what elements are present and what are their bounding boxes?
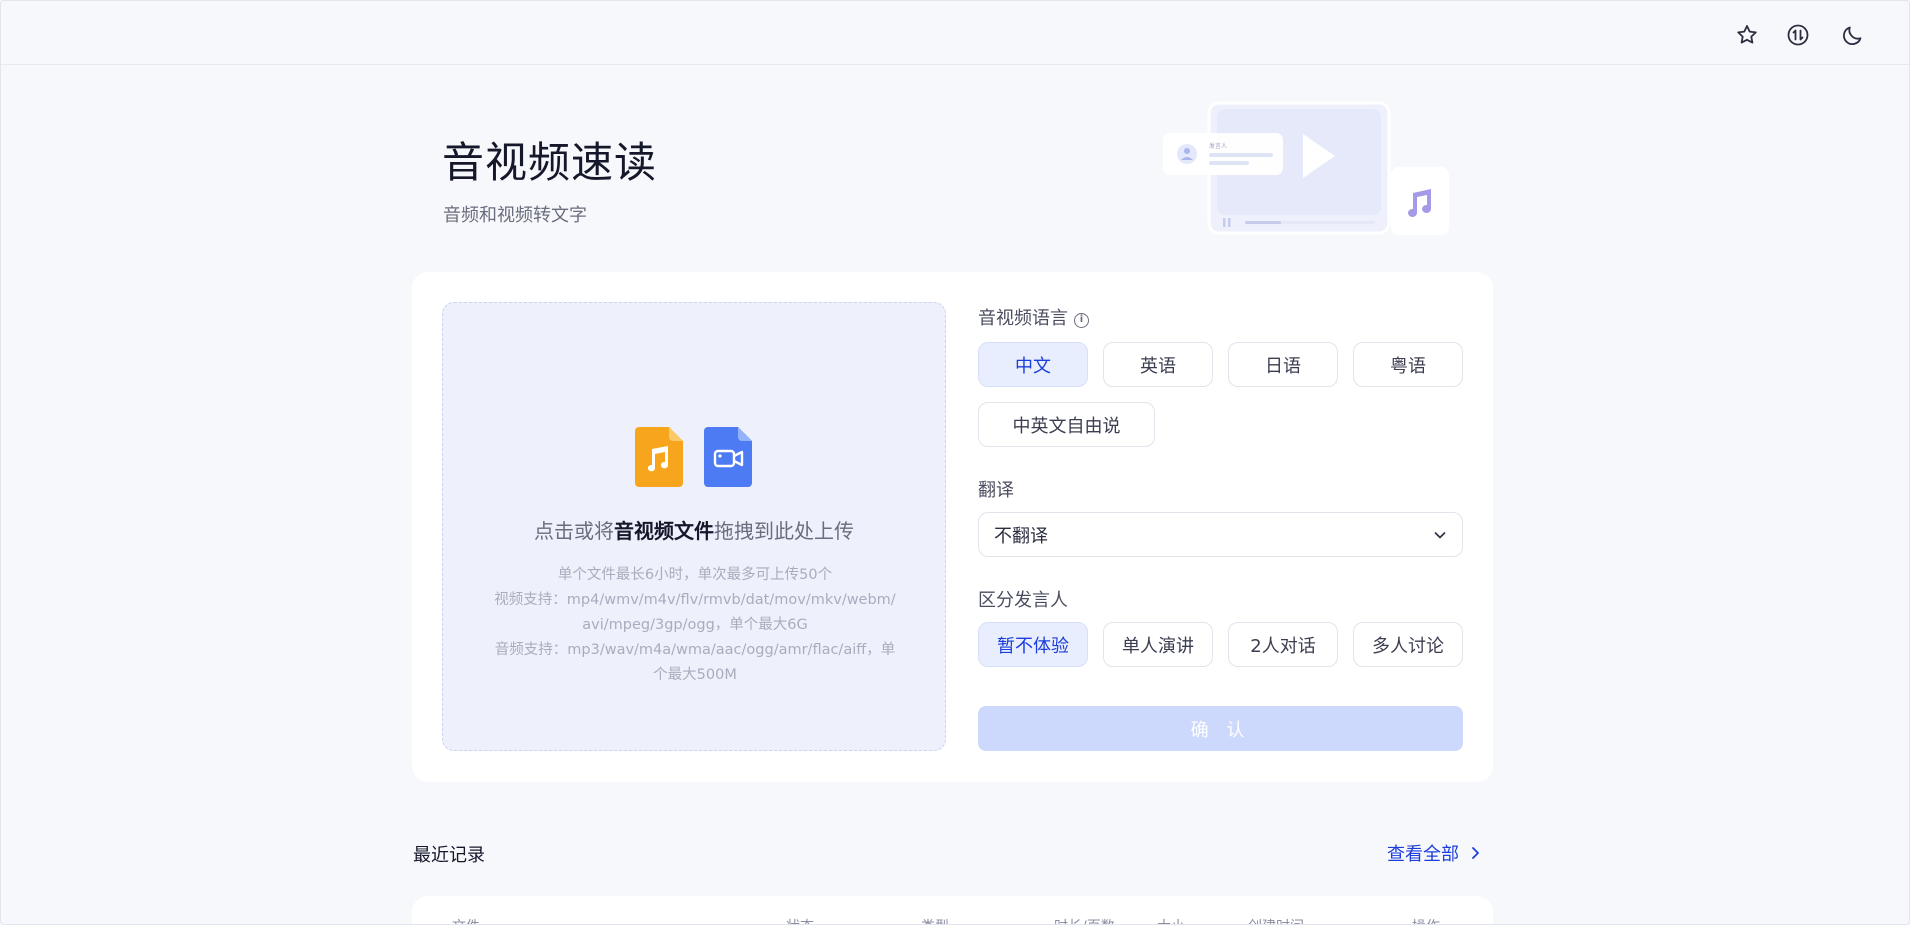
column-header-created: 创建时间	[1248, 916, 1304, 924]
confirm-button[interactable]: 确 认	[978, 706, 1463, 751]
chevron-down-icon	[1434, 532, 1446, 539]
column-header-type: 类型	[921, 916, 949, 924]
upload-hints: 单个文件最长6小时，单次最多可上传50个 视频支持：mp4/wmv/m4v/fl…	[491, 563, 899, 688]
moon-icon[interactable]	[1838, 20, 1868, 50]
language-label-text: 音视频语言	[978, 308, 1068, 329]
top-bar	[1, 1, 1909, 65]
page-subtitle: 音频和视频转文字	[443, 205, 587, 226]
translate-select-value: 不翻译	[994, 525, 1048, 547]
speaker-label: 区分发言人	[978, 590, 1068, 611]
column-header-status: 状态	[786, 916, 814, 924]
translate-label: 翻译	[978, 480, 1014, 501]
column-header-size: 大小	[1157, 916, 1185, 924]
recent-table: 文件 状态 类型 时长/页数 大小 创建时间 操作	[412, 896, 1493, 924]
upload-instruction-prefix: 点击或将	[534, 519, 614, 543]
video-file-icon	[704, 427, 752, 487]
chevron-right-icon	[1472, 847, 1479, 859]
recent-title: 最近记录	[413, 845, 485, 866]
upload-card: 点击或将音视频文件拖拽到此处上传 单个文件最长6小时，单次最多可上传50个 视频…	[412, 272, 1493, 782]
language-option-japanese[interactable]: 日语	[1228, 342, 1338, 387]
upload-instruction: 点击或将音视频文件拖拽到此处上传	[443, 515, 945, 544]
illustration-speaker-label: 发言人	[1209, 142, 1227, 150]
speaker-option-single[interactable]: 单人演讲	[1103, 622, 1213, 667]
page-title: 音视频速读	[442, 138, 658, 187]
view-all-label: 查看全部	[1387, 844, 1459, 865]
translate-select[interactable]: 不翻译	[978, 512, 1463, 557]
upload-hint-audio: 音频支持：mp3/wav/m4a/wma/aac/ogg/amr/flac/ai…	[494, 642, 896, 683]
upload-hint-video: 视频支持：mp4/wmv/m4v/flv/rmvb/dat/mov/mkv/we…	[494, 592, 896, 633]
upload-hint-limit: 单个文件最长6小时，单次最多可上传50个	[557, 567, 833, 583]
audio-file-icon	[635, 427, 683, 487]
speaker-option-multi[interactable]: 多人讨论	[1353, 622, 1463, 667]
language-option-chinese[interactable]: 中文	[978, 342, 1088, 387]
column-header-actions: 操作	[1412, 916, 1440, 924]
star-icon[interactable]	[1732, 20, 1762, 50]
speaker-option-none[interactable]: 暂不体验	[978, 622, 1088, 667]
upload-instruction-suffix: 拖拽到此处上传	[714, 519, 854, 543]
column-header-duration: 时长/页数	[1054, 916, 1115, 924]
info-icon[interactable]: i	[1074, 313, 1089, 328]
upload-dropzone[interactable]: 点击或将音视频文件拖拽到此处上传 单个文件最长6小时，单次最多可上传50个 视频…	[442, 302, 946, 751]
speaker-option-two[interactable]: 2人对话	[1228, 622, 1338, 667]
app-window: 音视频速读 音频和视频转文字 发言人 点击或将音视频文件拖拽到此处上传 单个文件…	[0, 0, 1910, 925]
switch-icon[interactable]	[1783, 20, 1813, 50]
view-all-link[interactable]: 查看全部	[1387, 840, 1483, 866]
language-label: 音视频语言 i	[978, 304, 1089, 330]
hero-illustration: 发言人	[1163, 101, 1449, 235]
language-option-mixed[interactable]: 中英文自由说	[978, 402, 1155, 447]
upload-instruction-bold: 音视频文件	[614, 519, 714, 543]
column-header-file: 文件	[452, 916, 480, 924]
language-option-english[interactable]: 英语	[1103, 342, 1213, 387]
language-option-cantonese[interactable]: 粤语	[1353, 342, 1463, 387]
